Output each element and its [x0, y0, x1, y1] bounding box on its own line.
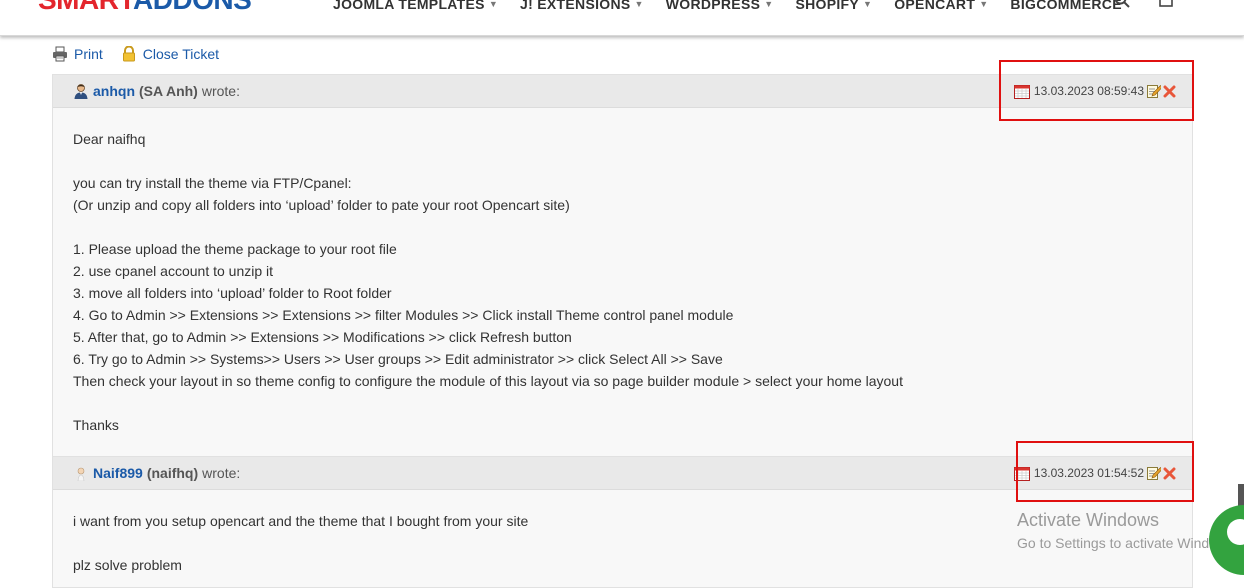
- message-body: i want from you setup opencart and the t…: [53, 490, 1192, 576]
- message-line: i want from you setup opencart and the t…: [73, 513, 529, 529]
- logo-part-2: ADDONS: [133, 0, 252, 15]
- windows-watermark-subtitle: Go to Settings to activate Windows.: [1017, 535, 1238, 551]
- nav-item-label: J! EXTENSIONS: [520, 0, 631, 12]
- nav-item-bigcommerce[interactable]: BIGCOMMERCE: [1010, 0, 1121, 12]
- message-author: Naif899 (naifhq) wrote:: [73, 457, 240, 489]
- print-label: Print: [74, 46, 103, 62]
- message-line: 6. Try go to Admin >> Systems>> Users >>…: [73, 351, 723, 367]
- close-ticket-label: Close Ticket: [142, 46, 220, 62]
- message-line: 2. use cpanel account to unzip it: [73, 263, 274, 279]
- message-line: Thanks: [73, 417, 119, 433]
- nav-item-label: BIGCOMMERCE: [1010, 0, 1122, 12]
- ticket-message: anhqn (SA Anh) wrote: 13.03.2023 08:59:4…: [52, 74, 1193, 462]
- message-line: 5. After that, go to Admin >> Extensions…: [73, 329, 572, 345]
- nav-item-joomla-templates[interactable]: JOOMLA TEMPLATES ▼: [333, 0, 498, 12]
- message-line: [73, 150, 1172, 172]
- message-line: [73, 216, 1172, 238]
- author-nickname: (naifhq): [146, 465, 199, 481]
- printer-icon: [53, 46, 67, 62]
- timestamp-highlight-box: [1016, 441, 1194, 502]
- nav-item-label: OPENCART: [894, 0, 976, 12]
- user-avatar-icon: [77, 467, 85, 481]
- close-ticket-link[interactable]: Close Ticket: [103, 46, 219, 62]
- timestamp-highlight-box: [999, 60, 1194, 121]
- message-line: 3. move all folders into ‘upload’ folder…: [73, 285, 392, 301]
- chevron-down-icon: ▼: [979, 0, 989, 9]
- user-avatar-icon: [74, 84, 88, 99]
- nav-item-label: JOOMLA TEMPLATES: [333, 0, 485, 12]
- message-line: Dear naifhq: [73, 131, 146, 147]
- message-author: anhqn (SA Anh) wrote:: [73, 75, 240, 107]
- author-nickname: (SA Anh): [139, 83, 198, 99]
- nav-item-opencart[interactable]: OPENCART ▼: [894, 0, 988, 12]
- message-line: 4. Go to Admin >> Extensions >> Extensio…: [73, 307, 734, 323]
- ticket-actions: Print Close Ticket: [52, 44, 219, 64]
- chat-icon[interactable]: [1209, 505, 1244, 575]
- search-icon[interactable]: [1114, 0, 1130, 13]
- lock-icon: [122, 46, 135, 62]
- author-username[interactable]: Naif899: [93, 465, 143, 481]
- message-line: plz solve problem: [73, 557, 182, 573]
- site-logo[interactable]: SMARTADDONS: [38, 0, 252, 15]
- logo-part-1: SMART: [38, 0, 133, 15]
- wrote-label: wrote:: [202, 465, 241, 481]
- message-line: (Or unzip and copy all folders into ‘upl…: [73, 197, 570, 213]
- nav-item-j-extensions[interactable]: J! EXTENSIONS ▼: [520, 0, 644, 12]
- message-line: Then check your layout in so theme confi…: [73, 373, 903, 389]
- site-header: SMARTADDONS JOOMLA TEMPLATES▼ J! EXTENSI…: [0, 0, 1244, 36]
- chevron-down-icon: ▼: [863, 0, 873, 9]
- chevron-down-icon: ▼: [488, 0, 499, 9]
- nav-item-shopify[interactable]: SHOPIFY ▼: [795, 0, 872, 12]
- wrote-label: wrote:: [201, 83, 240, 99]
- windows-watermark-title: Activate Windows: [1017, 510, 1160, 530]
- main-nav: JOOMLA TEMPLATES ▼ J! EXTENSIONS ▼ WORDPRE…: [333, 0, 1144, 14]
- message-body: Dear naifhq you can try install the them…: [53, 108, 1192, 436]
- message-line: you can try install the theme via FTP/Cp…: [73, 175, 352, 191]
- print-link[interactable]: Print: [52, 46, 103, 62]
- nav-item-label: SHOPIFY: [795, 0, 860, 12]
- nav-item-wordpress[interactable]: WORDPRESS ▼: [666, 0, 774, 12]
- cart-icon[interactable]: [1158, 0, 1174, 11]
- chevron-down-icon: ▼: [634, 0, 644, 9]
- message-line: [73, 532, 1172, 554]
- author-username[interactable]: anhqn: [93, 83, 135, 99]
- message-line: 1. Please upload the theme package to yo…: [73, 241, 397, 257]
- nav-item-label: WORDPRESS: [665, 0, 761, 12]
- chevron-down-icon: ▼: [764, 0, 774, 9]
- message-line: [73, 392, 1172, 414]
